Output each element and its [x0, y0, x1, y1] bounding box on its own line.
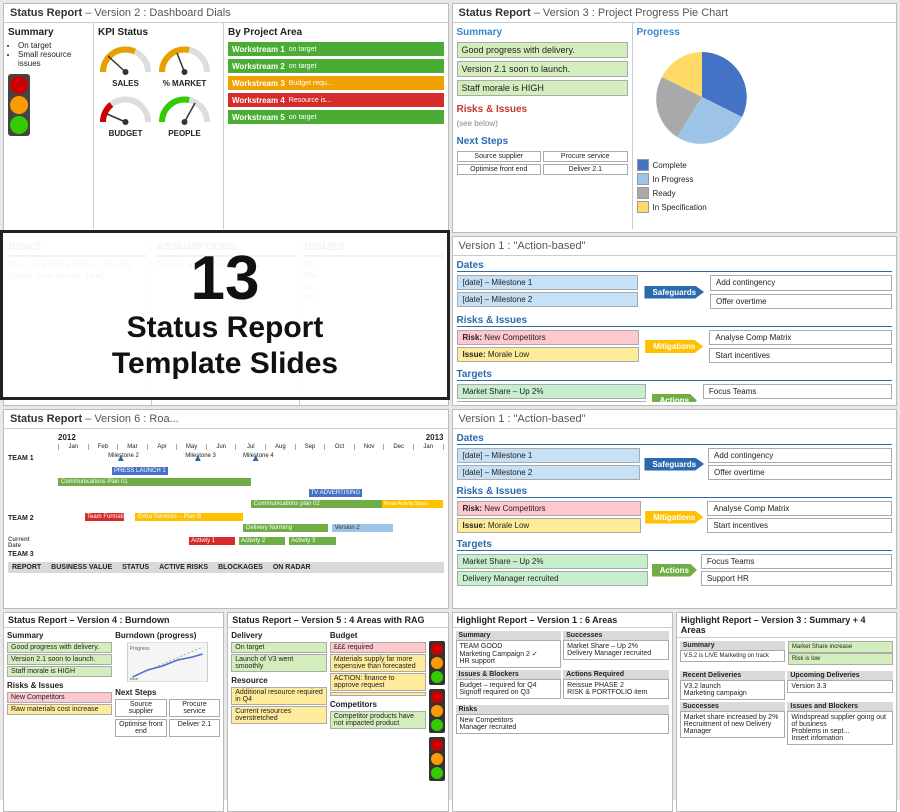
panel-roadmap: Status Report – Version 6 : Roa... 2012 … [3, 409, 449, 609]
p1-title: Status Report – Version 2 : Dashboard Di… [4, 4, 448, 23]
legend-inprogress-swatch [637, 173, 649, 185]
tl-red [10, 76, 28, 94]
p4-risks-issues: Risks & Issues Risk: New Competitors Iss… [457, 315, 893, 363]
milestones: ▲ Milestone 2 ▲ Milestone 3 ▲ Milestone … [58, 453, 444, 467]
page: Status Report – Version 2 : Dashboard Di… [0, 0, 900, 800]
panel-dates-actions: Version 1 : "Action-based" Dates [date] … [452, 409, 898, 609]
panel-action-based: Version 1 : "Action-based" Dates [date] … [452, 236, 898, 406]
p1-projects: By Project Area Workstream 1 on target W… [224, 23, 448, 229]
next-steps-row-1: Source supplier Procure service [457, 151, 628, 162]
mitigations-arrow: Mitigations [645, 340, 703, 353]
summary-box-2: Version 2.1 soon to launch. [457, 61, 628, 77]
p2-title: Status Report – Version 3 : Project Prog… [453, 4, 897, 23]
burndown-chart: Progress Ideal [115, 642, 220, 682]
summary-box-3: Staff morale is HIGH [457, 80, 628, 96]
report-row: REPORT BUSINESS VALUE STATUS ACTIVE RISK… [8, 562, 444, 573]
bp4-grid: Recent Deliveries V3.2 launch Marketing … [680, 671, 893, 745]
p5-title: Status Report – Version 6 : Roa... [4, 410, 448, 429]
traffic-light [8, 74, 30, 136]
tl-amber [10, 96, 28, 114]
legend-ready-swatch [637, 187, 649, 199]
actions-arrow: Actions [652, 394, 697, 402]
panel-pie-chart: Status Report – Version 3 : Project Prog… [452, 3, 898, 233]
ws-row-4: Workstream 4 Resource is... [228, 93, 444, 107]
ws-row-5: Workstream 5 on target [228, 110, 444, 124]
pie-chart [637, 42, 767, 152]
dial-people: PEOPLE [157, 92, 212, 138]
rag-lights [429, 631, 445, 781]
svg-text:Ideal: Ideal [130, 676, 139, 681]
ws-row-2: Workstream 2 on target [228, 59, 444, 73]
tl-green [10, 116, 28, 134]
p4-targets: Targets Market Share – Up 2% Delivery Ma… [457, 369, 893, 402]
p6-title: Version 1 : "Action-based" [453, 410, 897, 429]
team2-row: TEAM 2 Team Formation Extra Services – P… [8, 513, 444, 535]
p6-risks: Risks & Issues Risk: New Competitors Iss… [457, 486, 893, 533]
svg-text:Progress: Progress [130, 646, 151, 652]
team1-row: TEAM 1 ▲ Milestone 2 ▲ Milestone 3 ▲ Mil… [8, 453, 444, 511]
ws-row-1: Workstream 1 on target [228, 42, 444, 56]
bp-burndown: Status Report – Version 4 : Burndown Sum… [3, 612, 224, 812]
legend-specification-swatch [637, 201, 649, 213]
month-labels: Jan Feb Mar Apr May Jun Jul Aug Sep Oct … [8, 444, 444, 450]
bp-rag-areas: Status Report – Version 5 : 4 Areas with… [227, 612, 448, 812]
p6-targets: Targets Market Share – Up 2% Delivery Ma… [457, 539, 893, 586]
dials-container: SALES % MARKET [98, 42, 219, 138]
panel-dashboard-dials: Status Report – Version 2 : Dashboard Di… [3, 3, 449, 233]
p4-dates: Dates [date] – Milestone 1 [date] – Mile… [457, 260, 893, 309]
dial-sales: SALES [98, 42, 153, 88]
p6-mitigations-arrow: Mitigations [645, 511, 703, 524]
p2-progress: Progress Complete [633, 23, 897, 229]
p1-summary: Summary On target Small resource issues [4, 23, 94, 229]
summary-item: Small resource issues [18, 50, 89, 68]
summary-box-1: Good progress with delivery. [457, 42, 628, 58]
highlight-grid: Summary TEAM GOOD Marketing Campaign 2 ✓… [456, 631, 669, 699]
overlay-text: 13 Status Report Template Slides [0, 230, 450, 400]
timeline-header: 2012 2013 [8, 433, 444, 442]
p4-title: Version 1 : "Action-based" [453, 237, 897, 256]
p6-dates: Dates [date] – Milestone 1 [date] – Mile… [457, 433, 893, 480]
dial-budget: BUDGET [98, 92, 153, 138]
p2-summary: Summary Good progress with delivery. Ver… [453, 23, 633, 229]
bottom-row: Status Report – Version 4 : Burndown Sum… [3, 612, 897, 812]
p6-safeguards-arrow: Safeguards [644, 458, 704, 471]
ws-row-3: Workstream 3 Budget requ... [228, 76, 444, 90]
p1-kpi: KPI Status SALES [94, 23, 224, 229]
dial-market: % MARKET [157, 42, 212, 88]
bp-highlight-4: Highlight Report – Version 3 : Summary +… [676, 612, 897, 812]
safeguards-arrow: Safeguards [644, 286, 704, 299]
legend-complete-swatch [637, 159, 649, 171]
summary-item: On target [18, 41, 89, 50]
next-steps-row-2: Optimise front end Deliver 2.1 [457, 164, 628, 175]
team3-row: CurrentDate TEAM 3 Activity 1 Activity 2… [8, 537, 444, 558]
p6-actions-arrow: Actions [652, 564, 697, 577]
pie-legend: Complete In Progress Ready In Specificat… [637, 159, 893, 213]
bp-highlight-6: Highlight Report – Version 1 : 6 Areas S… [452, 612, 673, 812]
